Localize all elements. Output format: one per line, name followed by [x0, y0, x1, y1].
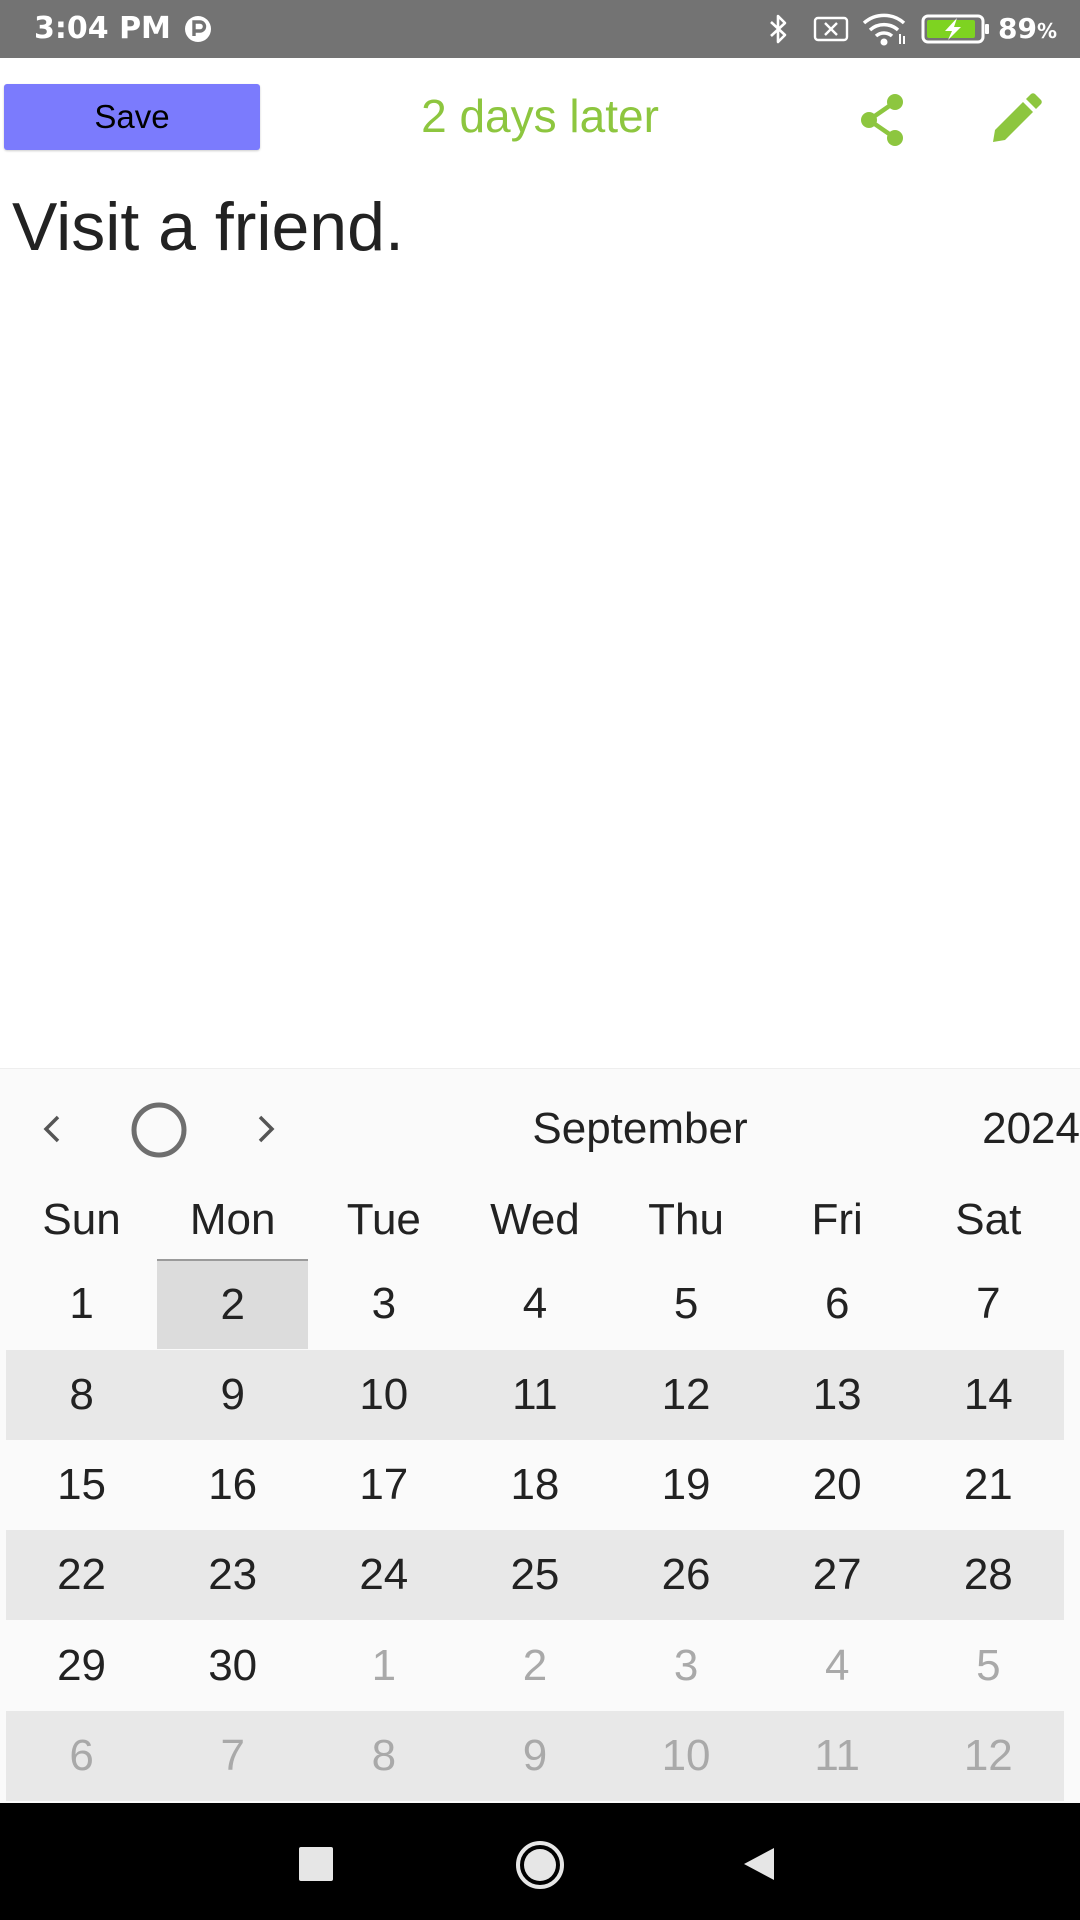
weekday-label: Fri: [811, 1195, 863, 1244]
weekday-label: Mon: [189, 1195, 276, 1244]
calendar-day[interactable]: 8: [6, 1350, 157, 1440]
calendar-day[interactable]: 13: [762, 1350, 913, 1440]
calendar-week: 29 30 1 2 3 4 5: [6, 1621, 1064, 1711]
calendar-day-next-month[interactable]: 2: [459, 1621, 610, 1711]
chevron-left-icon[interactable]: [36, 1109, 70, 1149]
weekday-label: Thu: [648, 1195, 724, 1244]
calendar-day[interactable]: 7: [913, 1259, 1064, 1349]
calendar-day[interactable]: 5: [611, 1259, 762, 1349]
calendar-week: 8 9 10 11 12 13 14: [6, 1350, 1064, 1440]
share-icon[interactable]: [855, 92, 911, 148]
relative-date-title: 2 days later: [421, 90, 659, 142]
note-text[interactable]: Visit a friend.: [12, 182, 404, 272]
calendar-year[interactable]: 2024: [940, 1099, 1080, 1159]
weekday-label: Sat: [955, 1195, 1022, 1244]
calendar-day[interactable]: 15: [6, 1440, 157, 1530]
calendar-day[interactable]: 24: [308, 1530, 459, 1620]
calendar-day-next-month[interactable]: 7: [157, 1711, 308, 1801]
calendar-day-next-month[interactable]: 9: [459, 1711, 610, 1801]
calendar-day[interactable]: 28: [913, 1530, 1064, 1620]
calendar-day[interactable]: 3: [308, 1259, 459, 1349]
calendar-day-next-month[interactable]: 4: [762, 1621, 913, 1711]
calendar-day-next-month[interactable]: 1: [308, 1621, 459, 1711]
calendar-day[interactable]: 17: [308, 1440, 459, 1530]
calendar-day[interactable]: 12: [611, 1350, 762, 1440]
calendar-day[interactable]: 20: [762, 1440, 913, 1530]
calendar-day-next-month[interactable]: 5: [913, 1621, 1064, 1711]
chevron-right-icon[interactable]: [248, 1109, 282, 1149]
calendar-week: 22 23 24 25 26 27 28: [6, 1530, 1064, 1620]
status-bar: 3:04 PM 89%: [0, 0, 1080, 58]
weekday-label: Wed: [490, 1195, 580, 1244]
weekday-header: Sun Mon Tue Wed Thu Fri Sat: [6, 1183, 1064, 1257]
calendar-day[interactable]: 26: [611, 1530, 762, 1620]
calendar-day[interactable]: 14: [913, 1350, 1064, 1440]
calendar-day[interactable]: 9: [157, 1350, 308, 1440]
calendar-day-next-month[interactable]: 10: [611, 1711, 762, 1801]
calendar-day[interactable]: 18: [459, 1440, 610, 1530]
calendar-day[interactable]: 25: [459, 1530, 610, 1620]
navigation-bar: [0, 1803, 1080, 1920]
calendar-month[interactable]: September: [470, 1099, 810, 1159]
calendar-day-next-month[interactable]: 12: [913, 1711, 1064, 1801]
calendar-day[interactable]: 11: [459, 1350, 610, 1440]
calendar-day[interactable]: 1: [6, 1259, 157, 1349]
calendar-day[interactable]: 6: [762, 1259, 913, 1349]
calendar-day-next-month[interactable]: 11: [762, 1711, 913, 1801]
calendar-day-next-month[interactable]: 8: [308, 1711, 459, 1801]
calendar-day[interactable]: 30: [157, 1621, 308, 1711]
calendar-week: 15 16 17 18 19 20 21: [6, 1440, 1064, 1530]
recents-icon[interactable]: [299, 1847, 333, 1881]
calendar-week: 6 7 8 9 10 11 12: [6, 1711, 1064, 1801]
calendar-day[interactable]: 27: [762, 1530, 913, 1620]
calendar-day-next-month[interactable]: 3: [611, 1621, 762, 1711]
calendar: September 2024 Sun Mon Tue Wed Thu Fri S…: [0, 1068, 1080, 1804]
weekday-label: Tue: [346, 1195, 421, 1244]
today-circle-icon[interactable]: [128, 1099, 190, 1161]
bluetooth-icon: [770, 14, 787, 44]
back-icon[interactable]: [740, 1844, 778, 1884]
wifi-icon: [862, 13, 906, 46]
parking-icon: [185, 16, 211, 42]
calendar-day[interactable]: 29: [6, 1621, 157, 1711]
battery-charging-icon: [921, 14, 989, 44]
weekday-label: Sun: [42, 1195, 121, 1244]
calendar-day-selected[interactable]: 2: [157, 1259, 309, 1349]
calendar-day[interactable]: 22: [6, 1530, 157, 1620]
calendar-day[interactable]: 10: [308, 1350, 459, 1440]
save-button[interactable]: Save: [4, 84, 260, 150]
calendar-day-next-month[interactable]: 6: [6, 1711, 157, 1801]
no-sim-icon: [813, 16, 849, 42]
calendar-day[interactable]: 16: [157, 1440, 308, 1530]
home-icon[interactable]: [514, 1839, 566, 1891]
status-time: 3:04 PM: [34, 11, 171, 46]
edit-icon[interactable]: [987, 92, 1043, 148]
calendar-week: 1 2 3 4 5 6 7: [6, 1259, 1064, 1349]
battery-level: 89%: [998, 12, 1058, 45]
calendar-day[interactable]: 23: [157, 1530, 308, 1620]
calendar-day[interactable]: 4: [459, 1259, 610, 1349]
calendar-day[interactable]: 21: [913, 1440, 1064, 1530]
toolbar: Save 2 days later: [0, 58, 1080, 176]
calendar-day[interactable]: 19: [611, 1440, 762, 1530]
